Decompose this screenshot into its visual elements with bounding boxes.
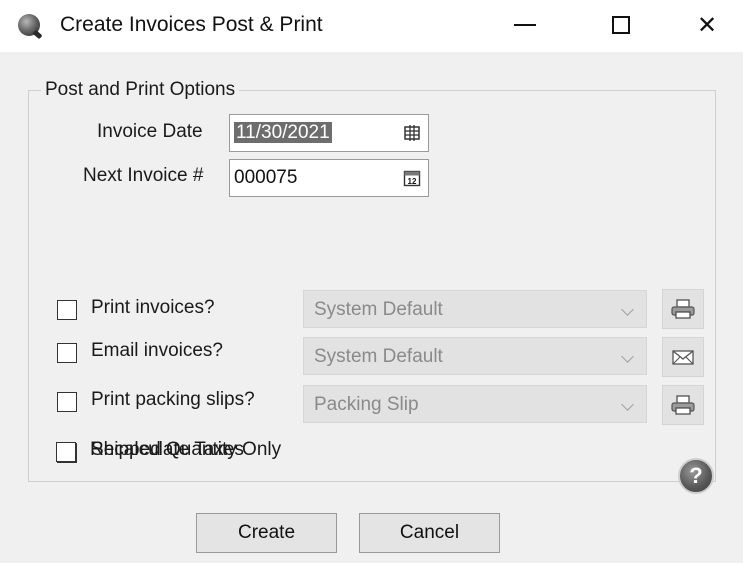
window-title: Create Invoices Post & Print [60,13,323,36]
email-invoices-label: Email invoices? [91,340,223,361]
create-button[interactable]: Create [196,513,337,553]
chevron-down-icon [621,350,634,363]
chevron-down-icon [621,398,634,411]
next-invoice-value: 000075 [234,167,298,188]
calendar-grid-icon[interactable] [402,123,422,143]
group-title: Post and Print Options [41,79,240,101]
email-invoices-checkbox[interactable] [57,343,77,363]
print-invoices-printer-button[interactable] [662,289,704,329]
close-button[interactable]: ✕ [672,2,742,48]
dialog-body: Post and Print Options Invoice Date 11/3… [0,52,743,563]
title-bar[interactable]: Create Invoices Post & Print ✕ [0,0,743,52]
minimize-button[interactable] [490,2,560,48]
close-icon: ✕ [696,11,718,39]
recalculate-taxes-checkbox[interactable] [56,442,76,462]
dialog-window: Create Invoices Post & Print ✕ Post and … [0,0,743,563]
help-question-icon[interactable]: ? [678,458,714,494]
next-invoice-label: Next Invoice # [83,165,204,186]
chevron-down-icon [621,303,634,316]
print-packing-slips-button[interactable] [662,385,704,425]
post-print-options-group: Post and Print Options Invoice Date 11/3… [28,79,716,482]
envelope-icon [672,350,694,365]
print-packing-slips-label: Print packing slips? [91,389,255,410]
minimize-icon [514,24,536,26]
calendar-12-icon[interactable]: 12 [402,168,422,188]
print-invoices-printer-select[interactable]: System Default [303,290,647,328]
printer-icon [671,299,695,319]
print-packing-slips-checkbox[interactable] [57,392,77,412]
cancel-button[interactable]: Cancel [359,513,500,553]
printer-icon [671,395,695,415]
app-logo-icon [18,14,40,36]
email-invoices-button[interactable] [662,337,704,377]
recalculate-taxes-label: Recalculate Taxes [90,439,244,460]
maximize-button[interactable] [586,2,656,48]
print-invoices-label: Print invoices? [91,297,215,318]
invoice-date-label: Invoice Date [97,121,203,142]
next-invoice-field[interactable]: 000075 12 [229,159,429,197]
maximize-icon [612,16,630,34]
svg-text:12: 12 [408,177,417,186]
packing-slip-format-select[interactable]: Packing Slip [303,385,647,423]
invoice-date-field[interactable]: 11/30/2021 [229,114,429,152]
print-invoices-checkbox[interactable] [57,300,77,320]
invoice-date-value: 11/30/2021 [234,122,332,143]
email-invoices-select[interactable]: System Default [303,337,647,375]
